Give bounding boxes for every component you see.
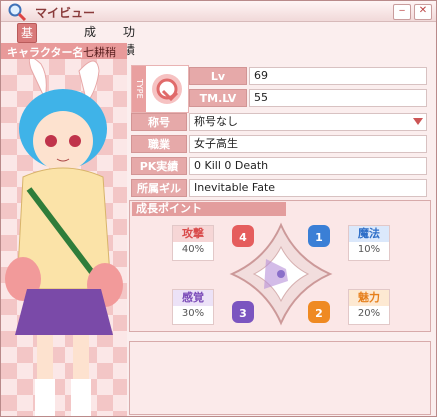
pk-label: PK実績 [131,157,187,175]
character-portrait [1,59,127,416]
character-name-bar: キャラクター名 七耕稍 [1,43,127,60]
minimize-button[interactable]: ‒ [393,4,411,20]
chevron-down-icon[interactable] [413,118,423,125]
level-value: 69 [249,67,427,85]
stat-charm-value: 20% [357,308,381,319]
guild-value: Inevitable Fate [189,179,427,197]
type-icon [152,74,182,104]
level-row: Lv 69 [189,67,429,85]
tab-basic-info[interactable]: 基本情報 [17,23,38,94]
pk-value: 0 Kill 0 Death [189,157,427,175]
title-select-value: 称号なし [194,115,238,128]
close-button[interactable]: ✕ [414,4,432,20]
stat-sense-value: 30% [181,308,205,319]
character-name-label: キャラクター名 [7,46,84,59]
stat-attack: 攻撃 40% [172,225,214,261]
tm-level-value: 55 [249,89,427,107]
type-tag: TYPE [132,66,146,112]
my-view-window: マイビュー ‒ ✕ 基本情報 成長 功績 キャラクター名 七耕稍 [0,0,437,417]
stat-magic-value: 10% [357,244,381,255]
window-title: マイビュー [35,6,96,20]
stat-magic-name: 魔法 [349,226,389,242]
level-label: Lv [189,67,247,85]
pk-row: PK実績 0 Kill 0 Death [131,157,429,175]
stat-attack-name: 攻撃 [173,226,213,242]
title-row: 称号 称号なし [131,113,429,131]
job-label: 職業 [131,135,187,153]
corner-magic-icon: 1 [308,225,330,247]
stat-sense: 感覚 30% [172,289,214,325]
tm-level-label: TM.LV [189,89,247,107]
stat-charm: 魅力 20% [348,289,390,325]
job-row: 職業 女子高生 [131,135,429,153]
title-select[interactable]: 称号なし [189,113,427,131]
title-bar[interactable]: マイビュー ‒ ✕ [1,1,436,22]
corner-charm-num: 2 [315,307,323,320]
stat-charm-name: 魅力 [349,290,389,306]
stat-sense-name: 感覚 [173,290,213,306]
tab-achievements[interactable]: 功績 [120,23,138,57]
job-value: 女子高生 [189,135,427,153]
title-label: 称号 [131,113,187,131]
guild-row: 所属ギルド Inevitable Fate [131,179,429,213]
stat-attack-value: 40% [181,244,205,255]
corner-charm-icon: 2 [308,301,330,323]
guild-label: 所属ギルド [131,179,187,213]
notes-panel [129,341,431,415]
type-emblem: TYPE [131,65,189,113]
character-illustration [5,59,123,416]
tm-level-row: TM.LV 55 [189,89,429,107]
magnifier-icon [7,3,27,22]
corner-sense-icon: 3 [232,301,254,323]
growth-points-panel: 成長ポイント 攻撃 40% 魔法 10% 感覚 30% 魅力 20% 4 1 3… [129,200,431,332]
corner-attack-icon: 4 [232,225,254,247]
growth-radar: 4 1 3 2 [229,222,333,326]
growth-points-header: 成長ポイント [132,202,286,216]
corner-attack-num: 4 [239,231,247,244]
stat-magic: 魔法 10% [348,225,390,261]
corner-magic-num: 1 [315,231,323,244]
character-name: 七耕稍 [83,46,116,59]
corner-sense-num: 3 [239,307,247,320]
tab-growth[interactable]: 成長 [81,23,99,57]
